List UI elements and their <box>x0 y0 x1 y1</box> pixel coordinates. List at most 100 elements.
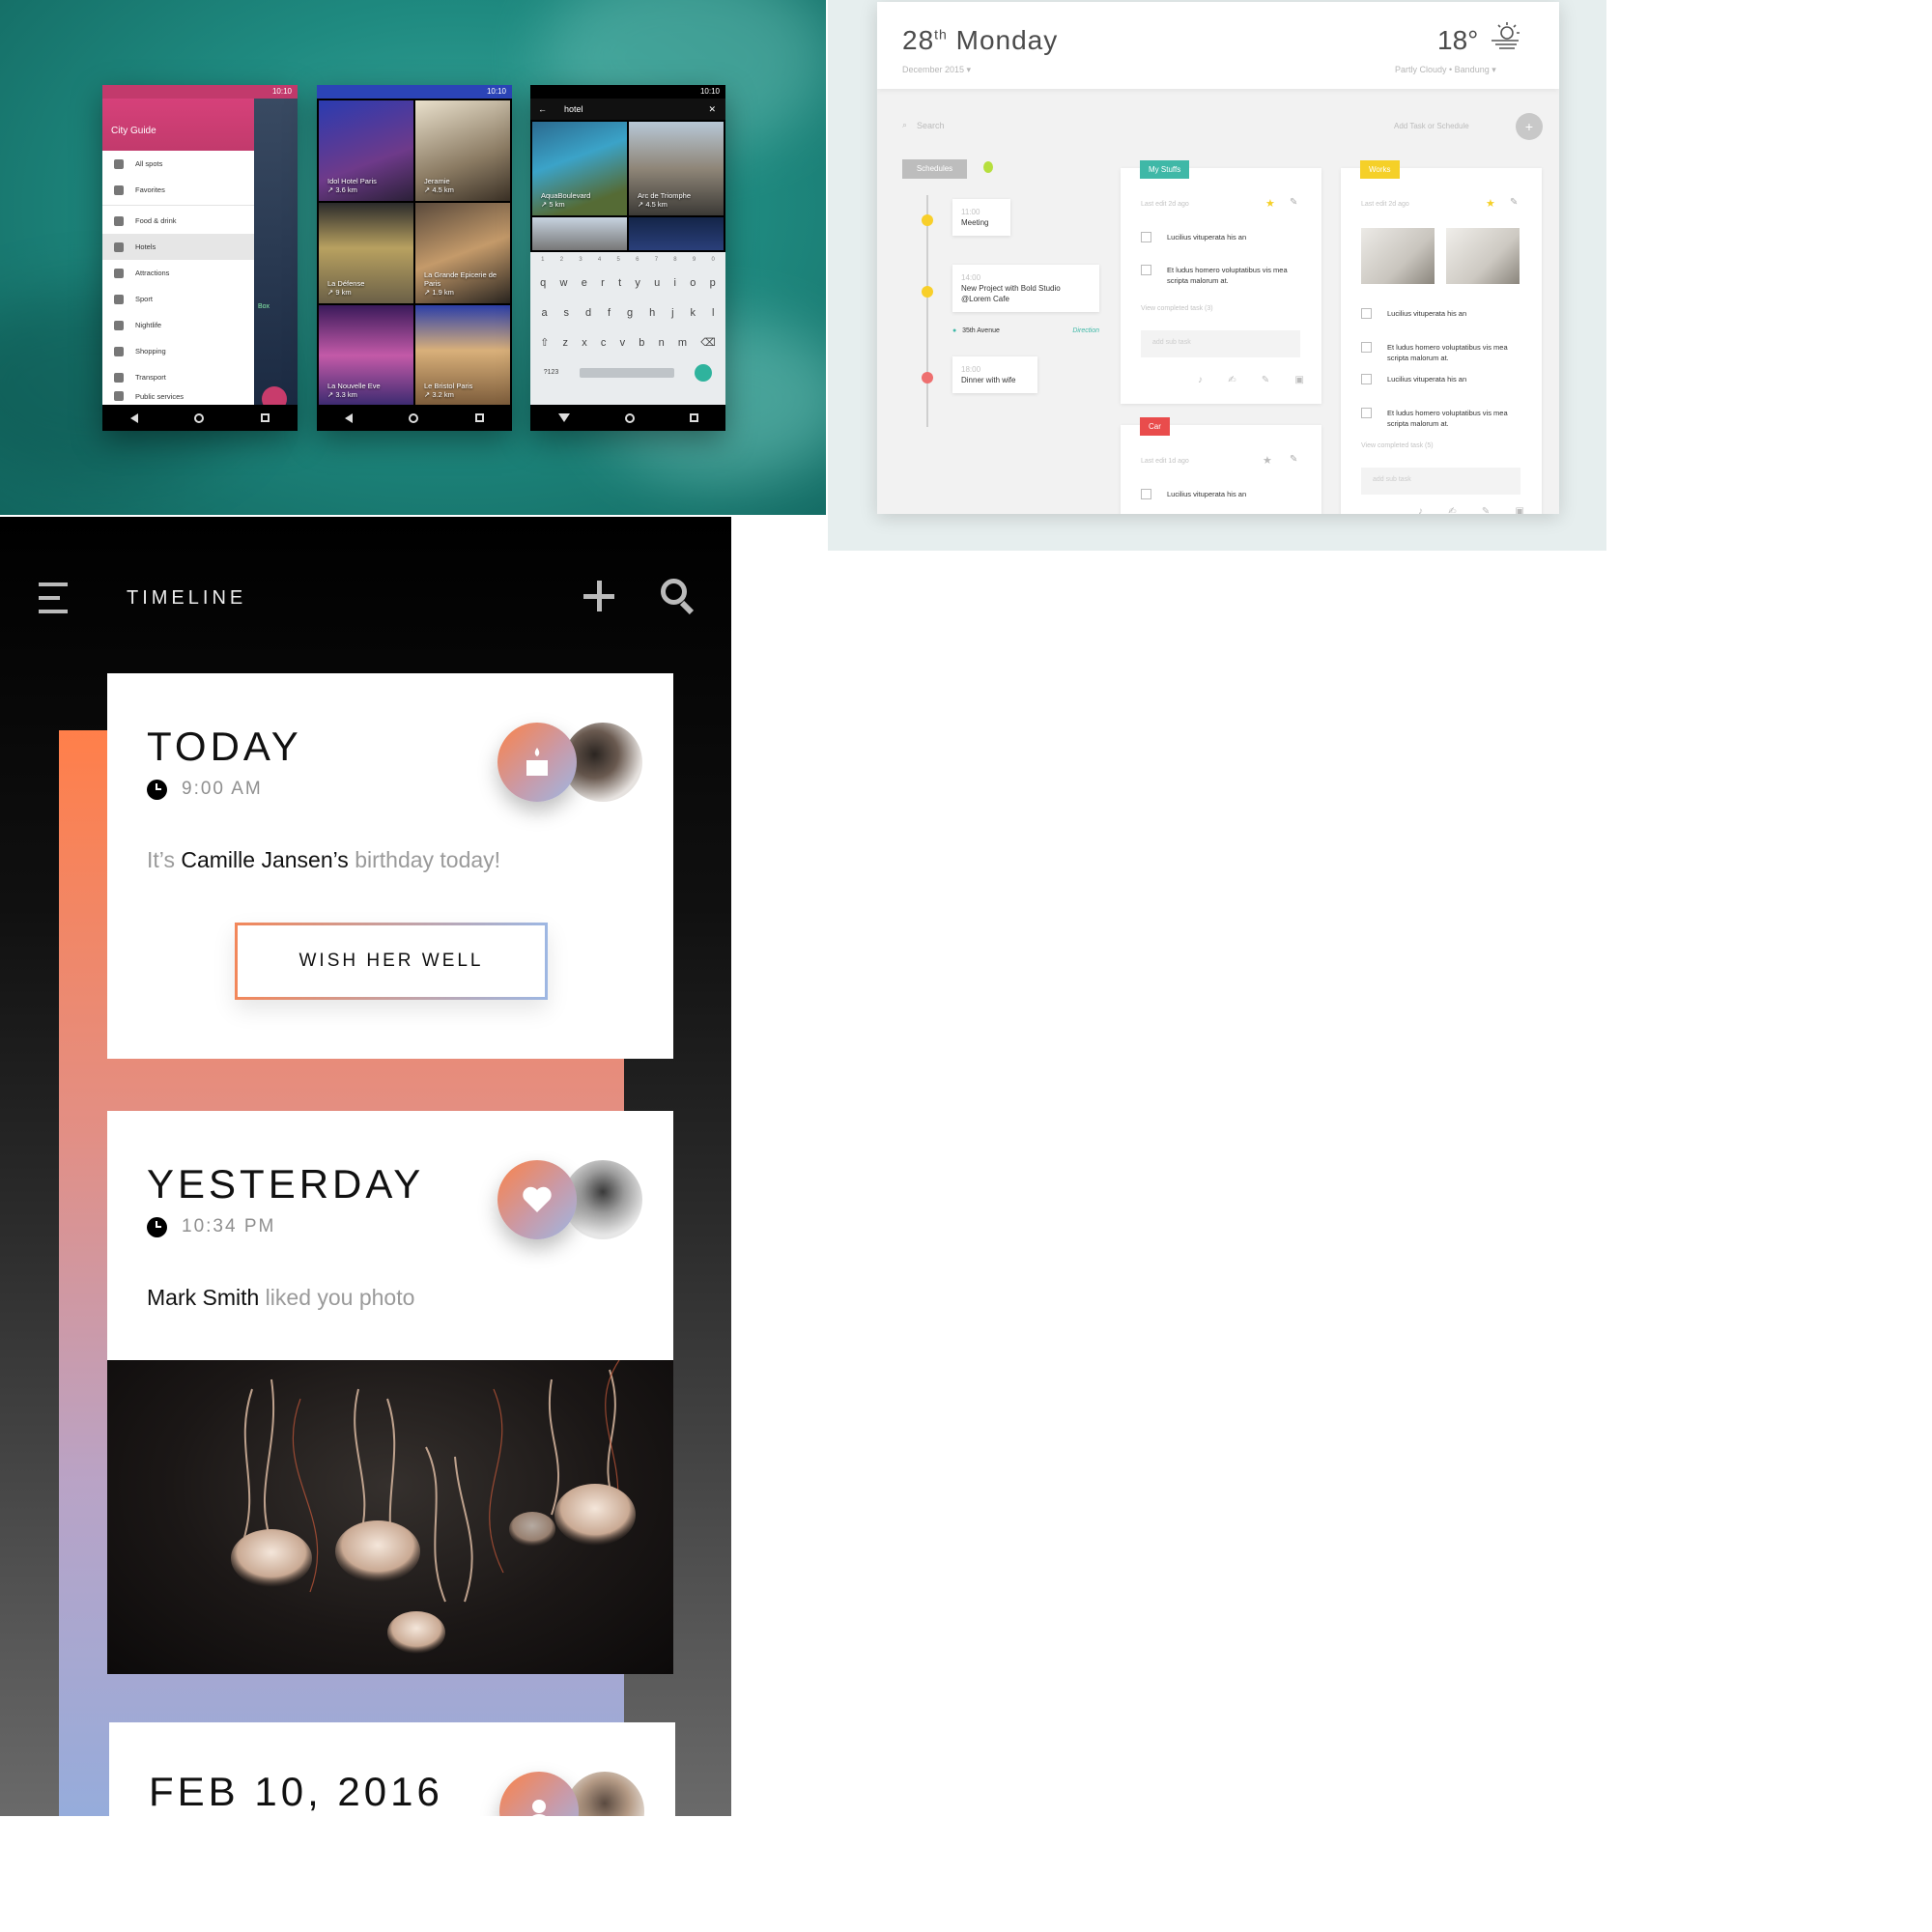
keyboard-key[interactable]: p <box>710 277 716 289</box>
search-input[interactable]: hotel <box>564 104 583 114</box>
keyboard-key[interactable]: h <box>649 307 655 319</box>
keyboard-key[interactable]: b <box>639 337 644 349</box>
add-icon[interactable] <box>583 581 614 611</box>
keyboard-key[interactable]: t <box>618 277 621 289</box>
drawer-item-public-services[interactable]: Public services <box>102 390 254 402</box>
edit-icon[interactable]: ✎ <box>1510 197 1518 208</box>
grid-tile[interactable]: La Grande Epicerie de Paris ↗ 1.9 km <box>415 203 510 303</box>
drawer-item-favorites[interactable]: Favorites <box>102 177 254 203</box>
shift-key[interactable]: ⇧ <box>540 336 549 349</box>
keyboard-key[interactable]: c <box>601 337 607 349</box>
image-icon[interactable]: ▣ <box>1516 506 1524 514</box>
month-selector[interactable]: December 2015 ▾ <box>902 65 971 75</box>
pencil-icon[interactable]: ✎ <box>1262 375 1269 385</box>
schedule-item[interactable]: 11:00 Meeting <box>952 199 1010 236</box>
keyboard-key[interactable]: o <box>690 277 696 289</box>
symbols-key[interactable]: ?123 <box>544 369 559 376</box>
location-selector[interactable]: Partly Cloudy • Bandung ▾ <box>1395 65 1496 75</box>
keyboard-key[interactable]: x <box>582 337 587 349</box>
task-checkbox[interactable] <box>1361 342 1372 353</box>
edit-icon[interactable]: ✎ <box>1290 454 1297 465</box>
keyboard-key[interactable]: f <box>608 307 611 319</box>
drawer-item-food-drink[interactable]: Food & drink <box>102 208 254 234</box>
result-tile[interactable]: AquaBoulevard ↗ 5 km <box>532 122 627 215</box>
keyboard-key[interactable]: s <box>564 307 570 319</box>
drawer-item-attractions[interactable]: Attractions <box>102 260 254 286</box>
keyboard-key[interactable]: 1 <box>541 257 544 263</box>
grid-tile[interactable]: La Nouvelle Eve ↗ 3.3 km <box>319 305 413 406</box>
back-arrow-icon[interactable]: ← <box>538 104 547 114</box>
search-key[interactable] <box>695 363 713 382</box>
grid-tile[interactable]: Idol Hotel Paris ↗ 3.6 km <box>319 100 413 201</box>
close-icon[interactable]: ✕ <box>708 104 716 115</box>
edit-icon[interactable]: ✎ <box>1290 197 1297 208</box>
keyboard-key[interactable]: v <box>620 337 626 349</box>
schedule-item[interactable]: 18:00 Dinner with wife <box>952 356 1037 393</box>
mic-icon[interactable]: ♪ <box>1198 375 1203 385</box>
wish-her-well-button[interactable]: WISH HER WELL <box>235 923 548 1000</box>
keyboard-key[interactable]: 0 <box>711 257 714 263</box>
keyboard-key[interactable]: j <box>671 307 673 319</box>
result-tile[interactable]: Arc de Triomphe ↗ 4.5 km <box>629 122 724 215</box>
keyboard-key[interactable]: 9 <box>693 257 696 263</box>
backspace-key[interactable]: ⌫ <box>700 336 716 349</box>
image-icon[interactable]: ▣ <box>1295 375 1304 385</box>
bell-icon[interactable] <box>983 161 993 173</box>
grid-tile[interactable]: La Défense ↗ 9 km <box>319 203 413 303</box>
home-icon[interactable] <box>624 412 635 423</box>
drawer-item-sport[interactable]: Sport <box>102 286 254 312</box>
mic-icon[interactable]: ♪ <box>1418 506 1423 514</box>
view-completed-link[interactable]: View completed task (5) <box>1361 442 1434 449</box>
recents-icon[interactable] <box>260 413 270 422</box>
keyboard-key[interactable]: l <box>712 307 714 319</box>
jellyfish-photo[interactable] <box>107 1360 673 1674</box>
keyboard-key[interactable]: q <box>540 277 546 289</box>
search-field[interactable]: ⌕ Search <box>902 120 945 130</box>
result-tile[interactable] <box>532 217 627 250</box>
drawer-item-transport[interactable]: Transport <box>102 364 254 390</box>
keyboard-key[interactable]: d <box>585 307 591 319</box>
search-icon[interactable] <box>661 579 696 615</box>
view-completed-link[interactable]: View completed task (3) <box>1141 305 1213 312</box>
pen-icon[interactable]: ✍ <box>1228 375 1236 385</box>
keyboard-key[interactable]: y <box>635 277 640 289</box>
keyboard-key[interactable]: 2 <box>560 257 563 263</box>
back-icon[interactable] <box>345 412 354 423</box>
star-icon[interactable]: ★ <box>1486 197 1495 210</box>
recents-icon[interactable] <box>474 413 484 422</box>
task-checkbox[interactable] <box>1361 408 1372 418</box>
keyboard-key[interactable]: n <box>659 337 665 349</box>
add-subtask-input[interactable]: add sub task <box>1141 330 1300 357</box>
star-icon[interactable]: ★ <box>1263 454 1272 467</box>
keyboard-key[interactable]: 5 <box>617 257 620 263</box>
grid-tile[interactable]: Le Bristol Paris ↗ 3.2 km <box>415 305 510 406</box>
space-key[interactable] <box>579 367 674 378</box>
drawer-item-nightlife[interactable]: Nightlife <box>102 312 254 338</box>
keyboard-key[interactable]: a <box>541 307 547 319</box>
keyboard-key[interactable]: 7 <box>655 257 658 263</box>
drawer-item-hotels[interactable]: Hotels <box>102 234 254 260</box>
task-checkbox[interactable] <box>1141 265 1151 275</box>
drawer-item-shopping[interactable]: Shopping <box>102 338 254 364</box>
schedule-item[interactable]: 14:00 New Project with Bold Studio @Lore… <box>952 265 1099 312</box>
add-button[interactable]: + <box>1516 113 1543 140</box>
home-icon[interactable] <box>194 412 205 423</box>
keyboard-key[interactable]: g <box>627 307 633 319</box>
home-icon[interactable] <box>409 412 419 423</box>
task-checkbox[interactable] <box>1141 232 1151 242</box>
keyboard-key[interactable]: 8 <box>673 257 676 263</box>
result-tile[interactable] <box>629 217 724 250</box>
keyboard-key[interactable]: m <box>678 337 687 349</box>
drawer-item-all-spots[interactable]: All spots <box>102 151 254 177</box>
keyboard-key[interactable]: w <box>560 277 568 289</box>
keyboard-key[interactable]: 4 <box>598 257 601 263</box>
task-checkbox[interactable] <box>1361 308 1372 319</box>
task-checkbox[interactable] <box>1361 374 1372 384</box>
keyboard-key[interactable]: r <box>601 277 605 289</box>
star-icon[interactable]: ★ <box>1265 197 1275 210</box>
back-icon[interactable] <box>130 412 139 423</box>
pencil-icon[interactable]: ✎ <box>1482 506 1490 514</box>
add-subtask-input[interactable]: add sub task <box>1361 468 1520 495</box>
attachment-thumbnail[interactable] <box>1446 228 1520 284</box>
attachment-thumbnail[interactable] <box>1361 228 1435 284</box>
